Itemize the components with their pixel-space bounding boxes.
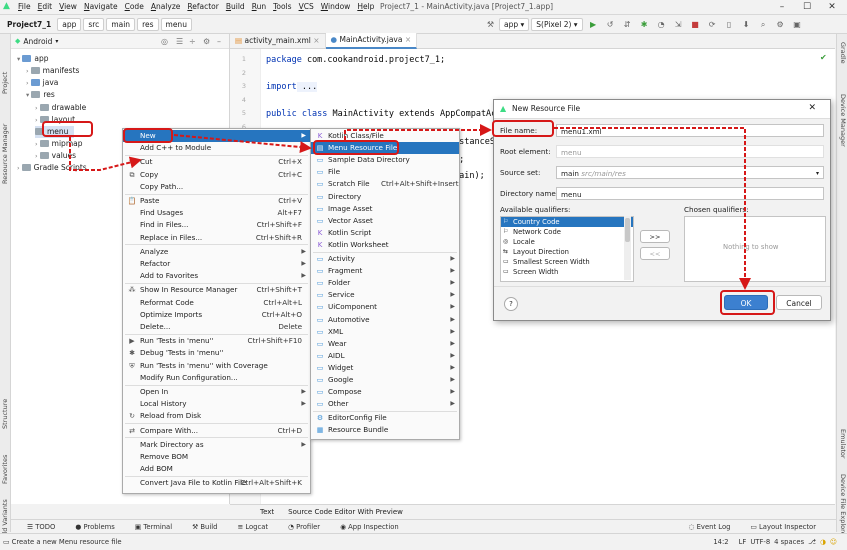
- arrow-filename-to-ok: [554, 127, 751, 290]
- arrow-menu-to-new: [69, 137, 142, 171]
- arrow-new-to-menu-resource: [173, 134, 312, 154]
- annotation-arrows: [69, 124, 751, 290]
- arrow-resource-to-dialog: [344, 124, 492, 140]
